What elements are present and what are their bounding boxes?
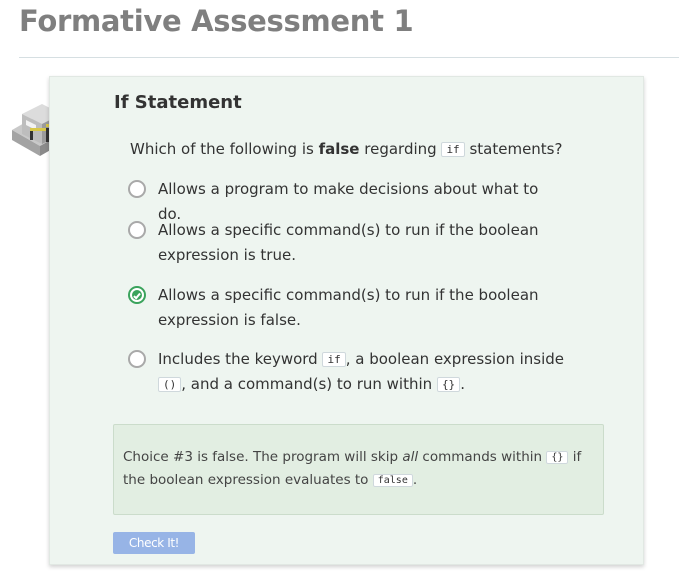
answer-choice-4-code-braces: {} [436, 377, 461, 392]
feedback-text-2: commands within [418, 449, 547, 465]
answer-choice-4-text-4: . [460, 375, 465, 393]
radio-button-2[interactable] [128, 221, 146, 239]
question-card-title: If Statement [114, 92, 242, 113]
feedback-code-braces: {} [546, 451, 569, 464]
answer-choice-4[interactable]: Includes the keyword if, a boolean expre… [126, 347, 566, 397]
feedback-emphasis: all [402, 449, 419, 465]
question-text-middle: regarding [359, 140, 442, 158]
answer-choice-4-text-3: , and a command(s) to run within [181, 375, 437, 393]
answer-choice-2-label: Allows a specific command(s) to run if t… [158, 221, 539, 264]
answer-choice-4-code-parens: () [158, 377, 182, 392]
answer-choice-4-text-1: Includes the keyword [158, 350, 323, 368]
feedback-box: Choice #3 is false. The program will ski… [113, 424, 604, 515]
title-divider [19, 57, 679, 58]
question-text-after: statements? [464, 140, 563, 158]
answer-choice-4-label: Includes the keyword if, a boolean expre… [158, 347, 566, 397]
answer-choice-4-text-2: , a boolean expression inside [345, 350, 565, 368]
feedback-code-false: false [372, 474, 413, 487]
question-card: If Statement Which of the following is f… [49, 76, 644, 565]
question-text-before: Which of the following is [130, 140, 319, 158]
radio-button-4[interactable] [128, 350, 146, 368]
radio-button-1[interactable] [128, 180, 146, 198]
answer-choice-2[interactable]: Allows a specific command(s) to run if t… [126, 218, 566, 268]
question-code: if [441, 142, 465, 157]
page-title: Formative Assessment 1 [19, 4, 414, 38]
question-emphasis: false [318, 140, 360, 158]
answer-choice-3-label: Allows a specific command(s) to run if t… [158, 286, 539, 329]
answer-choice-3[interactable]: Allows a specific command(s) to run if t… [126, 283, 566, 333]
radio-button-3-selected[interactable] [128, 286, 146, 304]
answer-choice-4-code-if: if [322, 352, 346, 367]
feedback-text-4: . [412, 472, 418, 488]
checkmark-icon [133, 291, 141, 300]
question-prompt: Which of the following is false regardin… [130, 140, 562, 158]
feedback-text-1: Choice #3 is false. The program will ski… [123, 449, 403, 465]
check-it-button[interactable]: Check It! [113, 532, 195, 554]
